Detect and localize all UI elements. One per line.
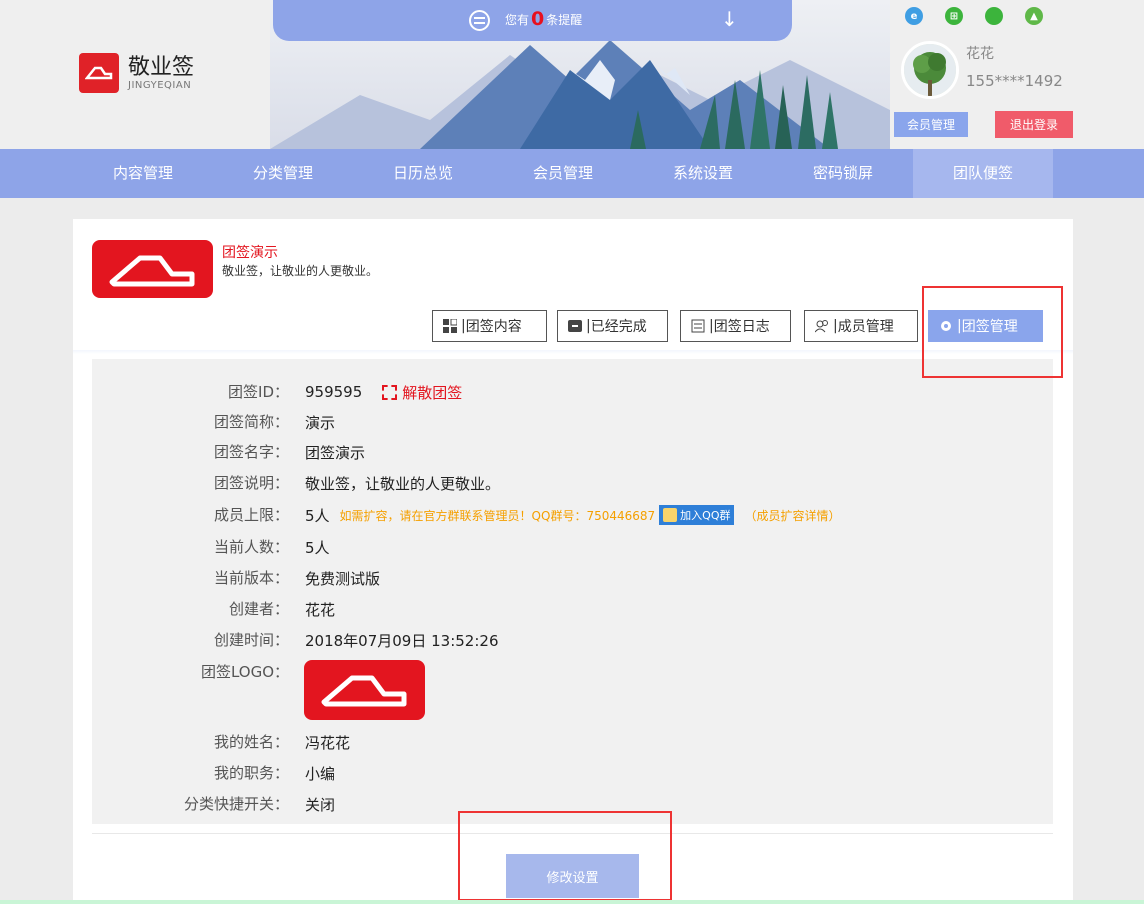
dissolve-team-link[interactable]: 解散团签	[382, 382, 462, 403]
reminder-count: 0	[531, 8, 545, 30]
tab-team-content[interactable]: | 团签内容	[432, 310, 547, 342]
tab-member-manage[interactable]: | 成员管理	[804, 310, 918, 342]
row-team-name: 团签名字： 团签演示	[213, 443, 366, 462]
log-icon	[691, 319, 705, 333]
team-info-panel: 团签ID： 959595 解散团签 团签简称： 演示 团签名字： 团签演示 团签…	[92, 359, 1053, 824]
nav-system-settings[interactable]: 系统设置	[633, 149, 773, 198]
row-category-switch: 分类快捷开关： 关闭	[183, 795, 336, 814]
dissolve-icon	[382, 384, 398, 400]
tab-team-log[interactable]: | 团签日志	[680, 310, 791, 342]
reminder-bar[interactable]: 您有 0 条提醒 ↓	[273, 0, 792, 41]
expand-note: 如需扩容，请在官方群联系管理员！QQ群号：750446687	[339, 508, 656, 523]
user-phone: 155****1492	[966, 72, 1063, 90]
row-team-desc: 团签说明： 敬业签，让敬业的人更敬业。	[213, 474, 501, 493]
windows-icon[interactable]: ⊞	[945, 7, 963, 25]
tab-completed[interactable]: | 已经完成	[557, 310, 668, 342]
team-id-value: 959595	[305, 383, 363, 401]
avatar[interactable]	[901, 41, 959, 99]
row-my-job: 我的职务： 小编	[213, 764, 336, 783]
team-description: 敬业签，让敬业的人更敬业。	[222, 264, 379, 278]
chat-icon	[469, 10, 490, 31]
grid-icon	[443, 318, 458, 333]
nav-password-lock[interactable]: 密码锁屏	[773, 149, 913, 198]
android-icon[interactable]: ▲	[1025, 7, 1043, 25]
nav-calendar-overview[interactable]: 日历总览	[353, 149, 493, 198]
expand-details-link[interactable]: （成员扩容详情）	[744, 507, 840, 524]
team-title: 团签演示	[222, 245, 278, 261]
nav-team-notes[interactable]: 团队便签	[913, 149, 1053, 198]
apple-icon[interactable]	[985, 7, 1003, 25]
archive-icon	[568, 319, 582, 333]
row-team-id: 团签ID： 959595 解散团签	[228, 382, 463, 403]
row-version: 当前版本： 免费测试版	[213, 569, 381, 588]
highlight-box	[922, 286, 1063, 378]
nav-category-manage[interactable]: 分类管理	[213, 149, 353, 198]
row-current-count: 当前人数： 5人	[213, 538, 330, 557]
logo-mark-icon	[79, 53, 119, 93]
row-creator: 创建者： 花花	[228, 600, 336, 619]
row-created-time: 创建时间： 2018年07月09日 13:52:26	[213, 631, 499, 650]
main-nav: 内容管理 分类管理 日历总览 会员管理 系统设置 密码锁屏 团队便签	[0, 149, 1144, 198]
app-name: 敬业签	[128, 54, 195, 80]
app-subtitle: JINGYEQIAN	[128, 79, 192, 91]
nav-content-manage[interactable]: 内容管理	[73, 149, 213, 198]
join-qq-button[interactable]: 加入QQ群	[659, 505, 735, 525]
row-team-logo: 团签LOGO：	[200, 663, 289, 681]
row-my-name: 我的姓名： 冯花花	[213, 733, 351, 752]
row-team-short: 团签简称： 演示	[213, 413, 336, 432]
nav-member-manage[interactable]: 会员管理	[493, 149, 633, 198]
logout-button[interactable]: 退出登录	[995, 111, 1073, 138]
members-icon	[814, 319, 829, 333]
bottom-strip	[0, 900, 1144, 904]
ie-icon[interactable]: e	[905, 7, 923, 25]
header: 您有 0 条提醒 ↓ 敬业签 JINGYEQIAN e ⊞ ▲ 花花 155**…	[0, 0, 1144, 149]
team-logo-preview[interactable]	[304, 660, 425, 720]
qq-group-icon	[663, 508, 678, 522]
highlight-box	[458, 811, 672, 901]
member-manage-button[interactable]: 会员管理	[894, 112, 968, 137]
platform-links: e ⊞ ▲	[905, 7, 1043, 25]
team-logo	[92, 240, 213, 298]
reminder-text: 您有 0 条提醒	[505, 8, 583, 30]
user-name: 花花	[966, 46, 994, 62]
arrow-down-icon[interactable]: ↓	[721, 7, 738, 31]
logo[interactable]: 敬业签 JINGYEQIAN	[79, 53, 194, 93]
row-member-limit: 成员上限： 5人 如需扩容，请在官方群联系管理员！QQ群号：750446687 …	[213, 505, 841, 525]
